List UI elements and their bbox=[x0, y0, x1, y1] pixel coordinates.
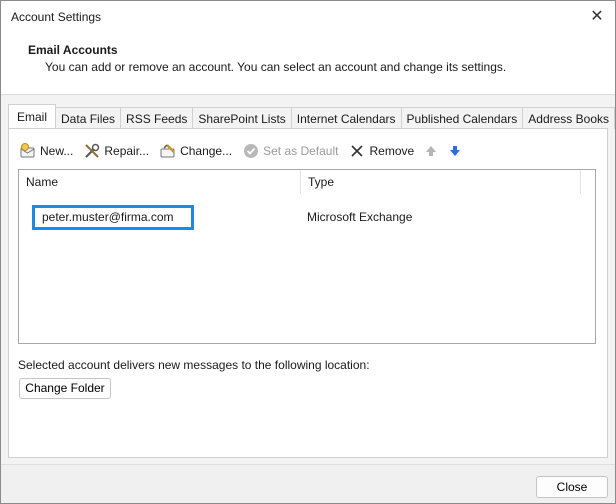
title-bar: Account Settings ✕ bbox=[1, 1, 615, 33]
account-email-cell[interactable]: peter.muster@firma.com bbox=[32, 205, 194, 230]
close-window-icon[interactable]: ✕ bbox=[587, 7, 607, 27]
repair-button[interactable]: Repair... bbox=[83, 141, 149, 161]
deliver-location-text: Selected account delivers new messages t… bbox=[18, 358, 370, 372]
email-tab-panel: New... Repair... Change... Set as Defaul… bbox=[8, 128, 608, 458]
new-account-label: New... bbox=[40, 144, 74, 158]
list-header: Name Type bbox=[19, 170, 595, 194]
tab-strip: Email Data Files RSS Feeds SharePoint Li… bbox=[8, 104, 615, 129]
new-account-button[interactable]: New... bbox=[19, 141, 73, 161]
new-account-icon bbox=[20, 143, 35, 158]
window-title: Account Settings bbox=[11, 10, 102, 24]
set-as-default-button[interactable]: Set as Default bbox=[242, 141, 338, 161]
table-row[interactable]: peter.muster@firma.com Microsoft Exchang… bbox=[19, 205, 595, 230]
remove-label: Remove bbox=[369, 144, 415, 158]
tab-email[interactable]: Email bbox=[8, 104, 57, 128]
change-button[interactable]: Change... bbox=[159, 141, 232, 161]
header-title: Email Accounts bbox=[28, 43, 118, 57]
change-icon bbox=[160, 144, 175, 158]
tab-rss-feeds[interactable]: RSS Feeds bbox=[120, 107, 194, 129]
account-settings-dialog: Account Settings ✕ Email Accounts You ca… bbox=[0, 0, 616, 504]
change-label: Change... bbox=[180, 144, 233, 158]
set-as-default-label: Set as Default bbox=[263, 144, 339, 158]
remove-x-icon bbox=[351, 145, 364, 157]
repair-label: Repair... bbox=[104, 144, 150, 158]
tab-internet-calendars[interactable]: Internet Calendars bbox=[290, 107, 402, 129]
tab-published-calendars[interactable]: Published Calendars bbox=[400, 107, 524, 129]
column-header-type[interactable]: Type bbox=[301, 170, 581, 194]
set-default-check-icon bbox=[244, 144, 259, 158]
header-description: You can add or remove an account. You ca… bbox=[45, 60, 507, 74]
tab-address-books[interactable]: Address Books bbox=[522, 107, 615, 129]
account-toolbar: New... Repair... Change... Set as Defaul… bbox=[19, 141, 472, 161]
accounts-list: Name Type peter.muster@firma.com Microso… bbox=[18, 169, 596, 344]
dialog-header: Email Accounts You can add or remove an … bbox=[1, 33, 615, 95]
move-down-icon[interactable] bbox=[448, 142, 462, 160]
account-type-cell: Microsoft Exchange bbox=[307, 210, 413, 224]
close-button[interactable]: Close bbox=[536, 476, 608, 498]
move-up-icon[interactable] bbox=[424, 142, 438, 160]
column-header-name[interactable]: Name bbox=[19, 170, 301, 194]
repair-icon bbox=[85, 143, 100, 158]
remove-button[interactable]: Remove bbox=[348, 141, 414, 161]
tab-data-files[interactable]: Data Files bbox=[55, 107, 122, 129]
change-folder-button[interactable]: Change Folder bbox=[19, 378, 111, 399]
tab-sharepoint-lists[interactable]: SharePoint Lists bbox=[192, 107, 292, 129]
dialog-footer: Close bbox=[1, 464, 615, 503]
